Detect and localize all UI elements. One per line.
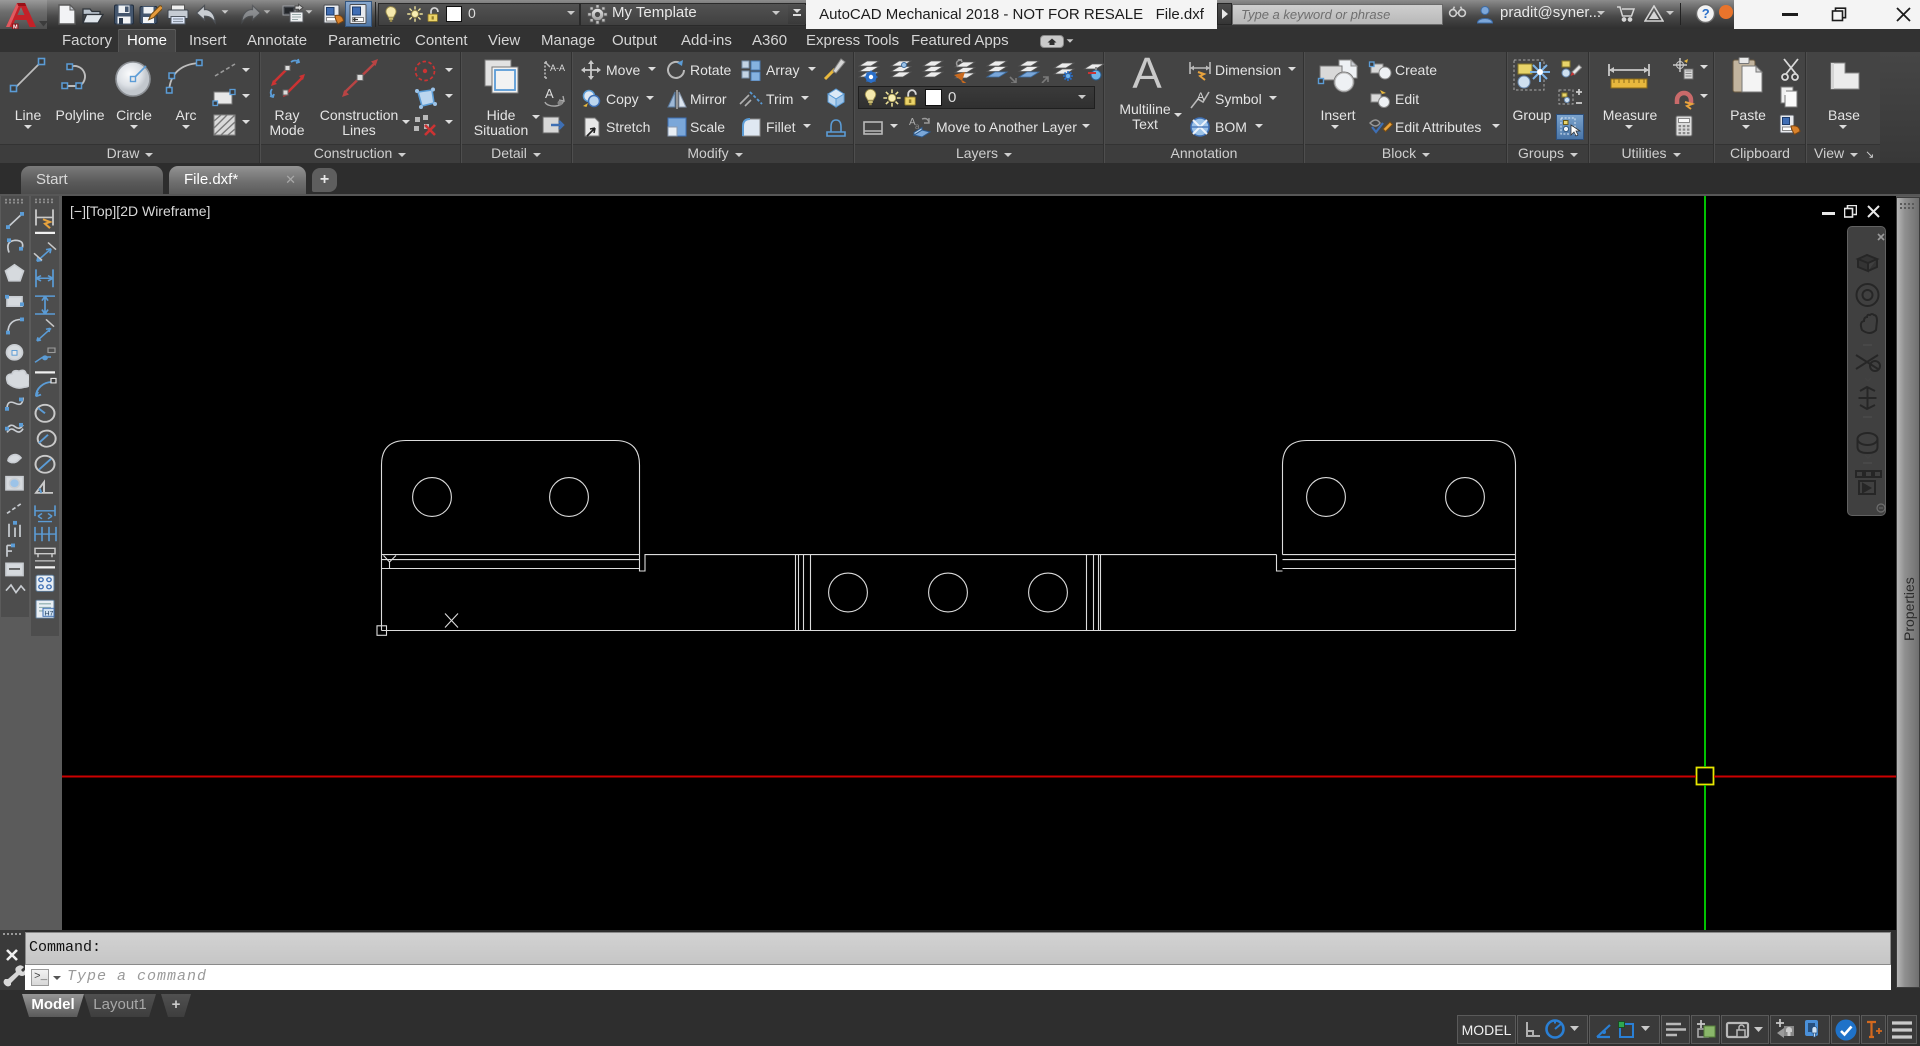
svg-text:?: ? xyxy=(1702,6,1710,21)
svg-text:H7: H7 xyxy=(45,611,54,618)
svg-text:A-A: A-A xyxy=(550,63,565,73)
svg-text:A: A xyxy=(545,86,554,101)
svg-text:A: A xyxy=(1197,91,1205,103)
